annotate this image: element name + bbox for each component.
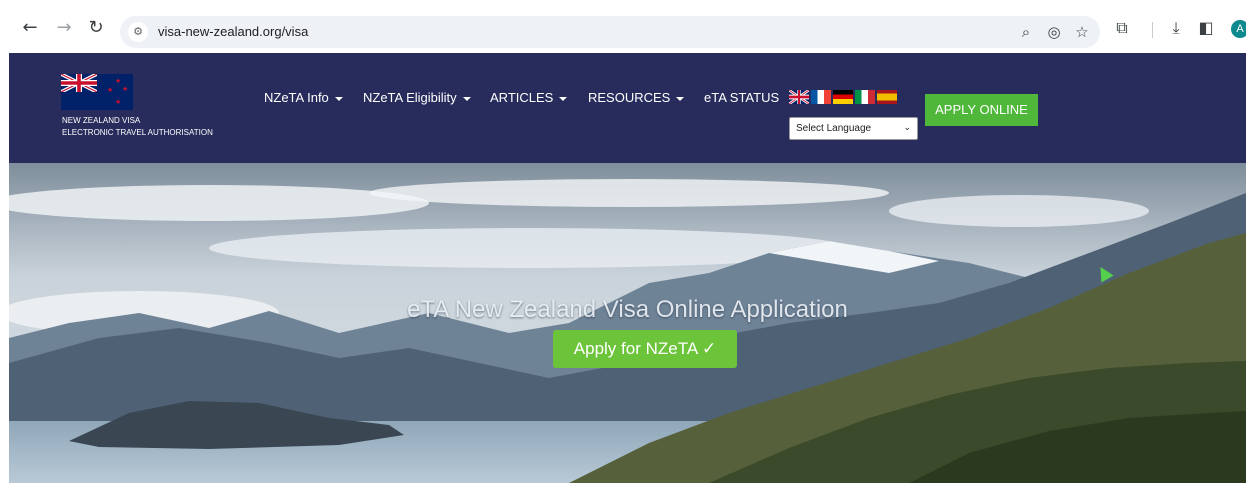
side-panel-icon[interactable]: ◧: [1196, 18, 1216, 38]
menu-eta-status[interactable]: eTA STATUS: [704, 90, 779, 105]
forward-icon[interactable]: →: [54, 18, 74, 38]
browser-toolbar: ← → ↻ ⚙ visa-new-zealand.org/visa ⌕ ◎ ☆ …: [0, 0, 1246, 52]
zoom-icon[interactable]: ⌕: [1016, 22, 1036, 42]
france-flag-icon[interactable]: [811, 90, 831, 104]
apply-nzeta-button[interactable]: Apply for NZeTA ✓: [553, 330, 737, 368]
extensions-icon[interactable]: ⧉: [1112, 18, 1132, 38]
nz-flag-icon[interactable]: ★ ★ ★ ★: [61, 74, 133, 110]
language-select[interactable]: Select Language ⌄: [789, 117, 918, 140]
germany-flag-icon[interactable]: [833, 90, 853, 104]
caret-down-icon: [462, 96, 471, 101]
italy-flag-icon[interactable]: [855, 90, 875, 104]
menu-nzeta-info[interactable]: NZeTA Info: [264, 90, 343, 105]
spain-flag-icon[interactable]: [877, 90, 897, 104]
site-header: ★ ★ ★ ★ NEW ZEALAND VISA ELECTRONIC TRAV…: [9, 53, 1246, 163]
logo-text-line2[interactable]: ELECTRONIC TRAVEL AUTHORISATION: [62, 128, 213, 137]
site-settings-icon[interactable]: ⚙: [128, 22, 148, 42]
tracking-protection-icon[interactable]: ◎: [1044, 22, 1064, 42]
menu-articles[interactable]: ARTICLES: [490, 90, 568, 105]
chevron-down-icon: ⌄: [903, 123, 911, 133]
uk-flag-icon[interactable]: [789, 90, 809, 104]
address-bar[interactable]: ⚙ visa-new-zealand.org/visa ⌕ ◎ ☆: [120, 16, 1100, 48]
profile-avatar[interactable]: A: [1231, 20, 1246, 38]
bookmark-star-icon[interactable]: ☆: [1072, 22, 1092, 42]
checkmark-icon: ✓: [701, 339, 717, 359]
hero-title: eTA New Zealand Visa Online Application: [407, 296, 848, 323]
caret-down-icon: [676, 96, 685, 101]
url-text[interactable]: visa-new-zealand.org/visa: [158, 24, 308, 39]
downloads-icon[interactable]: ⤓: [1166, 18, 1186, 38]
menu-nzeta-eligibility[interactable]: NZeTA Eligibility: [363, 90, 471, 105]
logo-text-line1[interactable]: NEW ZEALAND VISA: [62, 116, 140, 125]
language-flags: [789, 90, 897, 105]
caret-down-icon: [334, 96, 343, 101]
menu-resources[interactable]: RESOURCES: [588, 90, 685, 105]
toolbar-divider: [1152, 22, 1153, 38]
reload-icon[interactable]: ↻: [86, 18, 106, 38]
apply-online-button[interactable]: APPLY ONLINE: [925, 94, 1038, 126]
caret-down-icon: [559, 96, 568, 101]
hero-banner: eTA New Zealand Visa Online Application …: [9, 163, 1246, 483]
back-icon[interactable]: ←: [20, 18, 40, 38]
